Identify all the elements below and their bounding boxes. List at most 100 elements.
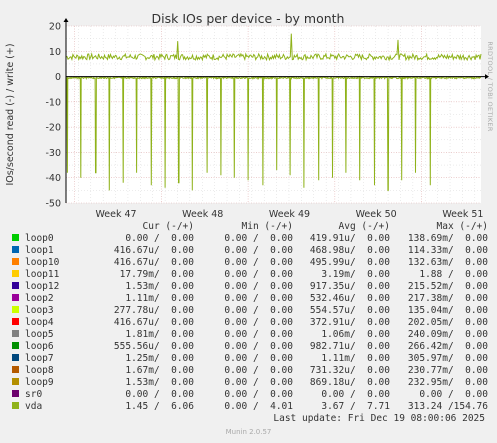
legend-avg: 3.19m/ 0.00	[321, 269, 390, 280]
legend-swatch-icon	[12, 270, 19, 277]
legend-cur: 416.67u/ 0.00	[113, 245, 194, 256]
legend-cur: 1.81m/ 0.00	[125, 329, 194, 340]
legend-swatch-icon	[12, 366, 19, 373]
legend-row-loop9: loop9 1.53m/ 0.00 0.00 / 0.00 869.18u/ 0.00…	[12, 377, 488, 389]
legend-min: 0.00 / 0.00	[224, 377, 293, 388]
x-tick-label: Week 51	[442, 209, 483, 220]
legend-name: sr0	[12, 389, 98, 401]
legend-swatch-icon	[12, 342, 19, 349]
y-tick-label: -20	[45, 123, 61, 134]
legend-swatch-icon	[12, 378, 19, 385]
legend-row-loop4: loop4 416.67u/ 0.00 0.00 / 0.00 372.91u/ 0.…	[12, 317, 488, 329]
x-tick-label: Week 49	[269, 209, 310, 220]
legend-name: loop7	[12, 353, 98, 365]
legend-name: loop2	[12, 293, 98, 305]
legend-rows: loop0 0.00 / 0.00 0.00 / 0.00 419.91u/ 0.00…	[12, 233, 488, 413]
legend-min: 0.00 / 0.00	[224, 329, 293, 340]
legend-avg: 372.91u/ 0.00	[309, 317, 390, 328]
legend-label: loop1	[25, 245, 54, 256]
legend-swatch-icon	[12, 294, 19, 301]
legend-avg: 3.67 / 7.71	[321, 401, 390, 412]
disk-ios-chart: Disk IOs per device - by month IOs/secon…	[0, 0, 497, 222]
legend-swatch-icon	[12, 234, 19, 241]
last-update: Last update: Fri Dec 19 08:00:06 2025	[273, 413, 485, 424]
legend-header-min: Min (-/+)	[241, 221, 293, 232]
legend-swatch-icon	[12, 258, 19, 265]
legend-name: loop0	[12, 233, 98, 245]
legend-label: loop12	[25, 281, 60, 292]
legend-max: 114.33m/ 0.00	[407, 245, 488, 256]
y-tick-label: -40	[45, 173, 61, 184]
x-tick-label: Week 50	[356, 209, 397, 220]
legend-label: loop7	[25, 353, 54, 364]
legend-min: 0.00 / 0.00	[224, 317, 293, 328]
legend-label: vda	[25, 401, 43, 412]
legend-swatch-icon	[12, 402, 19, 409]
legend-header-cur: Cur (-/+)	[142, 221, 194, 232]
legend-swatch-icon	[12, 246, 19, 253]
legend-label: loop11	[25, 269, 60, 280]
legend-cur: 416.67u/ 0.00	[113, 257, 194, 268]
legend-row-vda: vda 1.45 / 6.06 0.00 / 4.01 3.67 / 7.71 313.…	[12, 401, 488, 413]
legend-min: 0.00 / 0.00	[224, 353, 293, 364]
legend-header-name	[12, 221, 98, 233]
legend-label: loop3	[25, 305, 54, 316]
legend-label: loop10	[25, 257, 60, 268]
legend-swatch-icon	[12, 354, 19, 361]
legend-label: loop2	[25, 293, 54, 304]
legend-row-loop7: loop7 1.25m/ 0.00 0.00 / 0.00 1.11m/ 0.00 30…	[12, 353, 488, 365]
legend-label: loop4	[25, 317, 54, 328]
legend-min: 0.00 / 0.00	[224, 305, 293, 316]
legend-name: loop9	[12, 377, 98, 389]
y-tick-label: -10	[45, 97, 61, 108]
legend-min: 0.00 / 0.00	[224, 269, 293, 280]
y-axis-label: IOs/second read (-) / write (+)	[5, 43, 16, 185]
legend-swatch-icon	[12, 306, 19, 313]
legend-name: loop12	[12, 281, 98, 293]
legend-avg: 1.06m/ 0.00	[321, 329, 390, 340]
legend-cur: 1.53m/ 0.00	[125, 377, 194, 388]
legend-max: 1.88 / 0.00	[419, 269, 488, 280]
legend-min: 0.00 / 0.00	[224, 389, 293, 400]
legend-max: 138.69m/ 0.00	[407, 233, 488, 244]
legend-min: 0.00 / 0.00	[224, 257, 293, 268]
legend-row-loop3: loop3 277.78u/ 0.00 0.00 / 0.00 554.57u/ 0.…	[12, 305, 488, 317]
legend-cur: 0.00 / 0.00	[125, 233, 194, 244]
legend-cur: 416.67u/ 0.00	[113, 317, 194, 328]
legend-header-avg: Avg (-/+)	[338, 221, 390, 232]
legend-row-loop6: loop6 555.56u/ 0.00 0.00 / 0.00 982.71u/ 0.…	[12, 341, 488, 353]
legend-avg: 468.98u/ 0.00	[309, 245, 390, 256]
legend-cur: 1.11m/ 0.00	[125, 293, 194, 304]
legend-avg: 554.57u/ 0.00	[309, 305, 390, 316]
munin-version: Munin 2.0.57	[225, 428, 272, 436]
legend-row-loop12: loop12 1.53m/ 0.00 0.00 / 0.00 917.35u/ 0.0…	[12, 281, 488, 293]
legend-row-loop10: loop10 416.67u/ 0.00 0.00 / 0.00 495.99u/ 0…	[12, 257, 488, 269]
legend-cur: 0.00 / 0.00	[125, 389, 194, 400]
x-tick-label: Week 47	[95, 209, 136, 220]
legend-row-loop0: loop0 0.00 / 0.00 0.00 / 0.00 419.91u/ 0.00…	[12, 233, 488, 245]
y-tick-label: 0	[55, 72, 61, 83]
legend-cur: 1.25m/ 0.00	[125, 353, 194, 364]
legend-avg: 532.46u/ 0.00	[309, 293, 390, 304]
legend-cur: 1.53m/ 0.00	[125, 281, 194, 292]
x-tick-label: Week 48	[182, 209, 223, 220]
legend-max: 215.52m/ 0.00	[407, 281, 488, 292]
legend-min: 0.00 / 0.00	[224, 341, 293, 352]
legend-label: sr0	[25, 389, 43, 400]
y-tick-label: -50	[45, 199, 61, 210]
legend-row-sr0: sr0 0.00 / 0.00 0.00 / 0.00 0.00 / 0.00 0.00…	[12, 389, 488, 401]
chart-title: Disk IOs per device - by month	[152, 11, 345, 26]
legend-cur: 555.56u/ 0.00	[113, 341, 194, 352]
legend-max: 266.42m/ 0.00	[407, 341, 488, 352]
legend-swatch-icon	[12, 330, 19, 337]
legend-swatch-icon	[12, 282, 19, 289]
legend-avg: 419.91u/ 0.00	[309, 233, 390, 244]
legend-name: loop10	[12, 257, 98, 269]
legend-row-loop1: loop1 416.67u/ 0.00 0.00 / 0.00 468.98u/ 0.…	[12, 245, 488, 257]
legend-cur: 17.79m/ 0.00	[119, 269, 194, 280]
legend-min: 0.00 / 4.01	[224, 401, 293, 412]
legend-max: 240.09m/ 0.00	[407, 329, 488, 340]
legend-cur: 1.67m/ 0.00	[125, 365, 194, 376]
legend-name: loop11	[12, 269, 98, 281]
legend-row-loop8: loop8 1.67m/ 0.00 0.00 / 0.00 731.32u/ 0.00…	[12, 365, 488, 377]
